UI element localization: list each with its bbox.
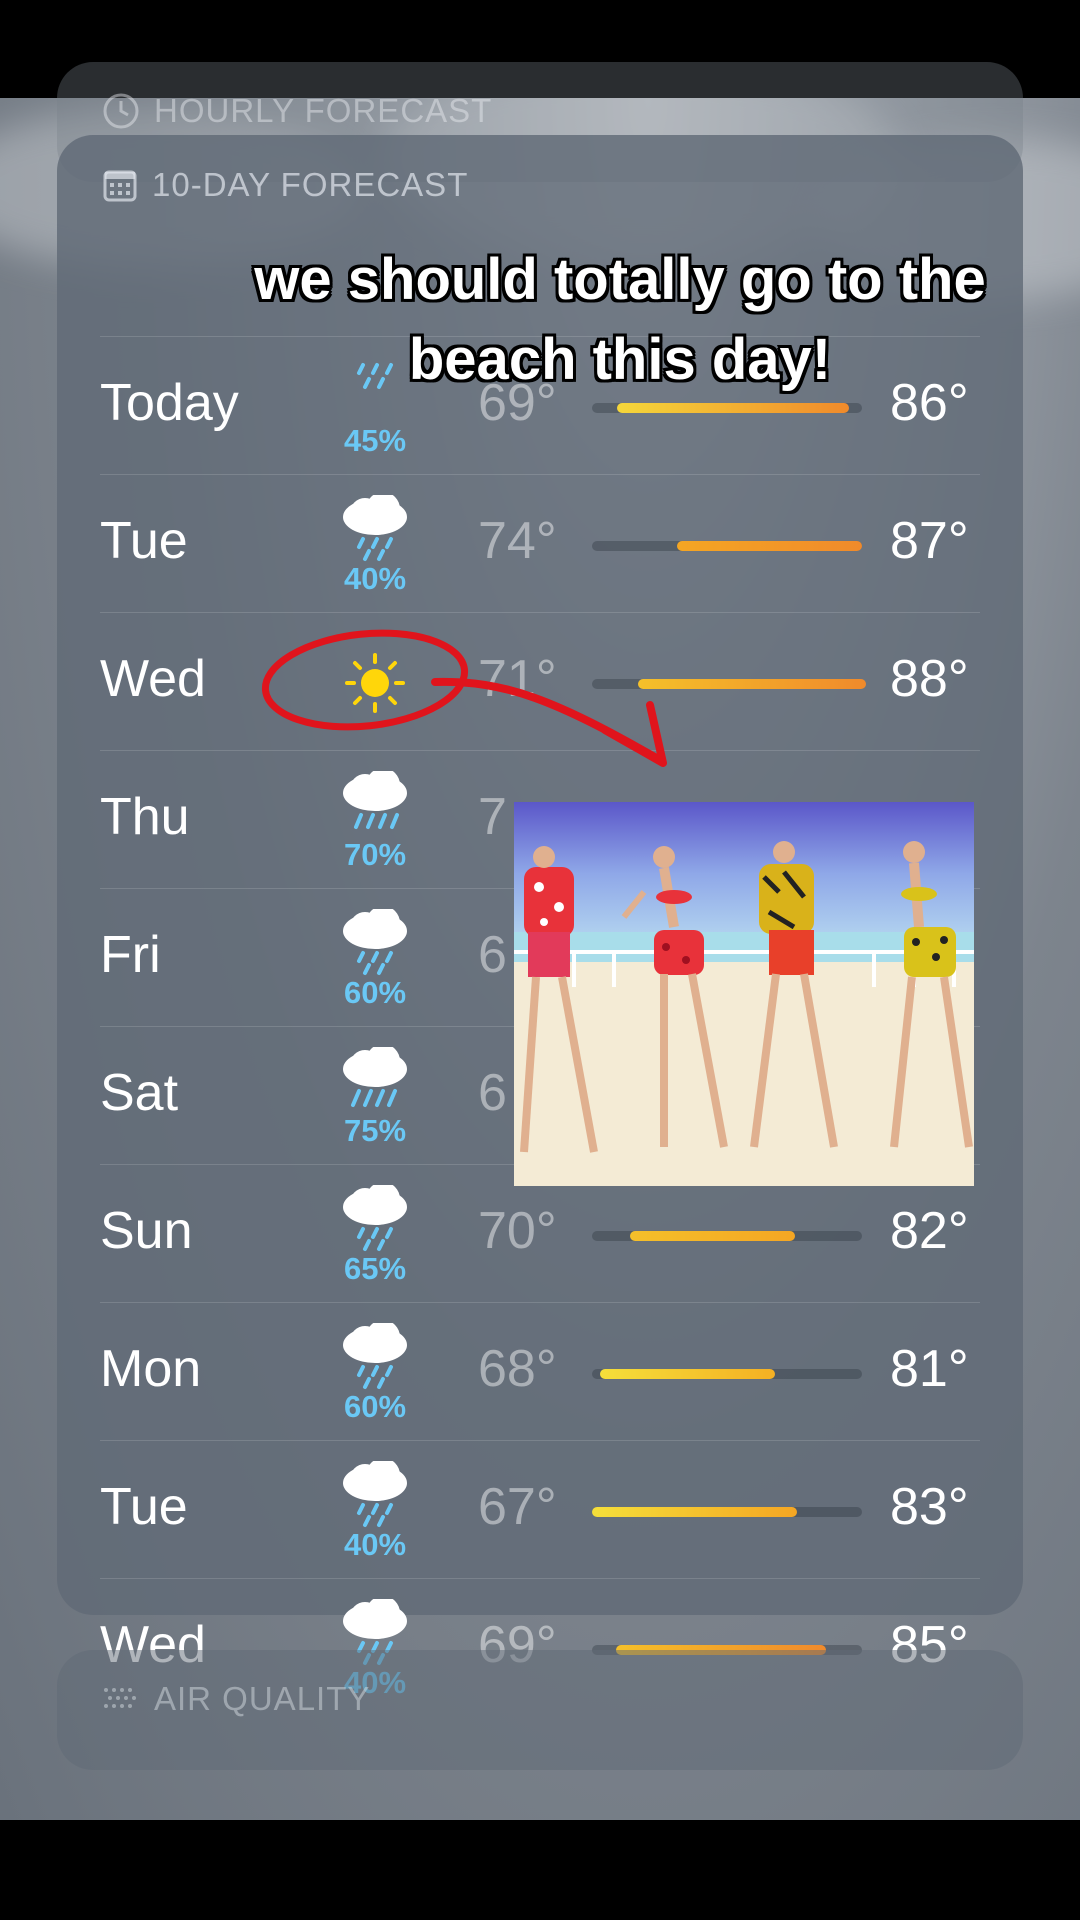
low-temp: 70° — [478, 1202, 557, 1260]
rain-cloud-icon: 40% — [325, 492, 425, 596]
forecast-row-tue-2[interactable]: Tue 40% 67° 83° — [100, 1440, 980, 1579]
ten-day-forecast-header: 10-DAY FORECAST — [102, 166, 468, 204]
day-label: Mon — [100, 1340, 202, 1398]
low-temp: 67° — [478, 1478, 557, 1536]
bottom-letterbox — [0, 1820, 1080, 1920]
precip-chance: 75% — [343, 1113, 407, 1148]
day-label: Sat — [100, 1064, 179, 1122]
rain-cloud-icon: 60% — [325, 906, 425, 1010]
low-temp: 7 — [478, 788, 507, 846]
high-temp: 81° — [890, 1340, 969, 1398]
day-label: Tue — [100, 512, 188, 570]
precip-chance: 40% — [343, 1527, 407, 1562]
temp-range-bar — [592, 1369, 862, 1379]
beach-dancers-image — [514, 802, 974, 1186]
temp-range-bar — [592, 541, 862, 551]
precip-chance: 60% — [343, 975, 407, 1010]
temp-range-bar — [592, 403, 862, 413]
heavy-rain-cloud-icon: 75% — [325, 1044, 425, 1148]
precip-chance: 60% — [343, 1389, 407, 1424]
temp-range-bar — [592, 1507, 862, 1517]
annotation-circle-and-arrow — [261, 629, 667, 767]
day-label: Thu — [100, 788, 190, 846]
low-temp: 68° — [478, 1340, 557, 1398]
low-temp: 74° — [478, 512, 557, 570]
high-temp: 83° — [890, 1478, 969, 1536]
caption-overlay: we should totally go to the beach this d… — [254, 247, 986, 392]
air-quality-icon — [104, 1688, 136, 1708]
rain-cloud-icon: 65% — [325, 1182, 425, 1286]
day-label: Fri — [100, 926, 161, 984]
high-temp: 87° — [890, 512, 969, 570]
air-quality-header: AIR QUALITY — [102, 1680, 370, 1718]
high-temp: 82° — [890, 1202, 969, 1260]
high-temp: 88° — [890, 650, 969, 708]
rain-cloud-icon: 60% — [325, 1320, 425, 1424]
forecast-row-mon[interactable]: Mon 60% 68° 81° — [100, 1302, 980, 1441]
ten-day-forecast-title: 10-DAY FORECAST — [152, 166, 469, 203]
rain-cloud-icon: 40% — [325, 1458, 425, 1562]
day-label: Tue — [100, 1478, 188, 1536]
forecast-row-tue[interactable]: Tue 40% 74° 87° — [100, 474, 980, 613]
day-label: Sun — [100, 1202, 193, 1260]
precip-chance: 45% — [343, 423, 407, 458]
temp-range-bar — [592, 1231, 862, 1241]
precip-chance: 70% — [343, 837, 407, 872]
air-quality-title: AIR QUALITY — [154, 1680, 371, 1717]
hourly-forecast-title: HOURLY FORECAST — [154, 92, 493, 129]
low-temp: 6 — [478, 1064, 507, 1122]
rain-cloud-icon: 70% — [325, 768, 425, 872]
hourly-forecast-header: HOURLY FORECAST — [102, 92, 492, 130]
clock-icon — [103, 93, 139, 129]
calendar-icon — [103, 170, 137, 202]
low-temp: 6 — [478, 926, 507, 984]
day-label: Wed — [100, 650, 206, 708]
precip-chance: 65% — [343, 1251, 407, 1286]
precip-chance: 40% — [343, 561, 407, 596]
